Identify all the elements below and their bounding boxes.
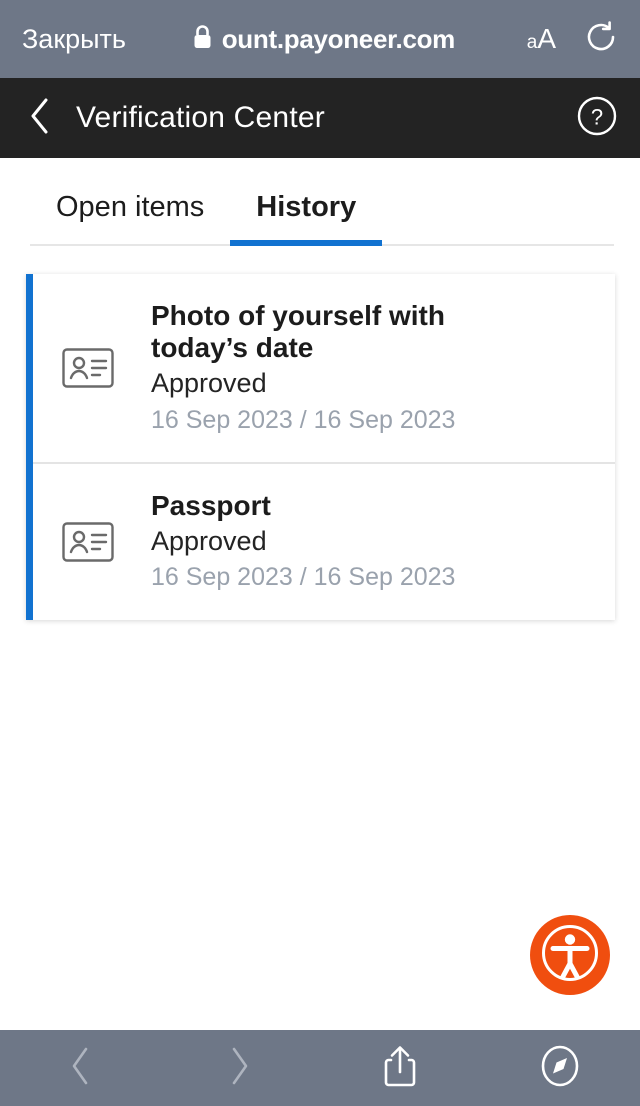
status-badge: Approved xyxy=(151,367,267,398)
share-button[interactable] xyxy=(320,1043,480,1094)
close-button[interactable]: Закрыть xyxy=(22,24,126,55)
question-mark-circle-icon[interactable]: ? xyxy=(576,95,618,142)
document-title: Photo of yourself with today’s date xyxy=(151,300,445,364)
chevron-left-icon[interactable] xyxy=(28,96,52,141)
chevron-right-icon xyxy=(227,1044,253,1093)
id-card-icon xyxy=(57,348,119,388)
browser-bottom-toolbar xyxy=(0,1030,640,1106)
reload-icon[interactable] xyxy=(584,20,618,59)
list-item[interactable]: Photo of yourself with today’s date Appr… xyxy=(33,274,615,463)
status-badge: Approved xyxy=(151,525,267,556)
list-item-text: Photo of yourself with today’s date Appr… xyxy=(151,300,597,436)
text-size-button[interactable]: aA xyxy=(527,23,556,55)
svg-text:?: ? xyxy=(591,104,603,129)
tab-bar: Open items History xyxy=(0,158,640,246)
list-item[interactable]: Passport Approved 16 Sep 2023 / 16 Sep 2… xyxy=(33,462,615,620)
list-item-text: Passport Approved 16 Sep 2023 / 16 Sep 2… xyxy=(151,490,597,594)
share-icon xyxy=(382,1043,418,1094)
page-title: Verification Center xyxy=(76,101,325,134)
document-title: Passport xyxy=(151,490,271,522)
accessibility-button[interactable] xyxy=(530,915,610,995)
app-header: Verification Center ? xyxy=(0,78,640,158)
chevron-left-icon xyxy=(67,1044,93,1093)
text-size-small-a: a xyxy=(526,32,538,53)
text-size-large-a: A xyxy=(537,23,556,54)
safari-tabs-button[interactable] xyxy=(480,1043,640,1094)
document-dates: 16 Sep 2023 / 16 Sep 2023 xyxy=(151,563,456,592)
document-dates: 16 Sep 2023 / 16 Sep 2023 xyxy=(151,405,456,434)
url-text: ount.payoneer.com xyxy=(221,23,456,54)
id-card-icon xyxy=(57,522,119,562)
lock-icon xyxy=(192,24,213,55)
accessibility-person-icon xyxy=(539,922,601,989)
history-card: Photo of yourself with today’s date Appr… xyxy=(26,274,615,620)
nav-forward-button[interactable] xyxy=(160,1044,320,1093)
nav-back-button[interactable] xyxy=(0,1044,160,1093)
tab-open-items[interactable]: Open items xyxy=(30,191,230,246)
tab-history[interactable]: History xyxy=(230,191,383,246)
browser-top-bar: Закрыть ount.payoneer.com aA xyxy=(0,0,640,78)
address-bar[interactable]: ount.payoneer.com xyxy=(132,24,515,55)
chrome-actions: aA xyxy=(527,20,618,59)
history-list-container: Photo of yourself with today’s date Appr… xyxy=(0,246,640,620)
safari-compass-icon xyxy=(539,1043,581,1094)
